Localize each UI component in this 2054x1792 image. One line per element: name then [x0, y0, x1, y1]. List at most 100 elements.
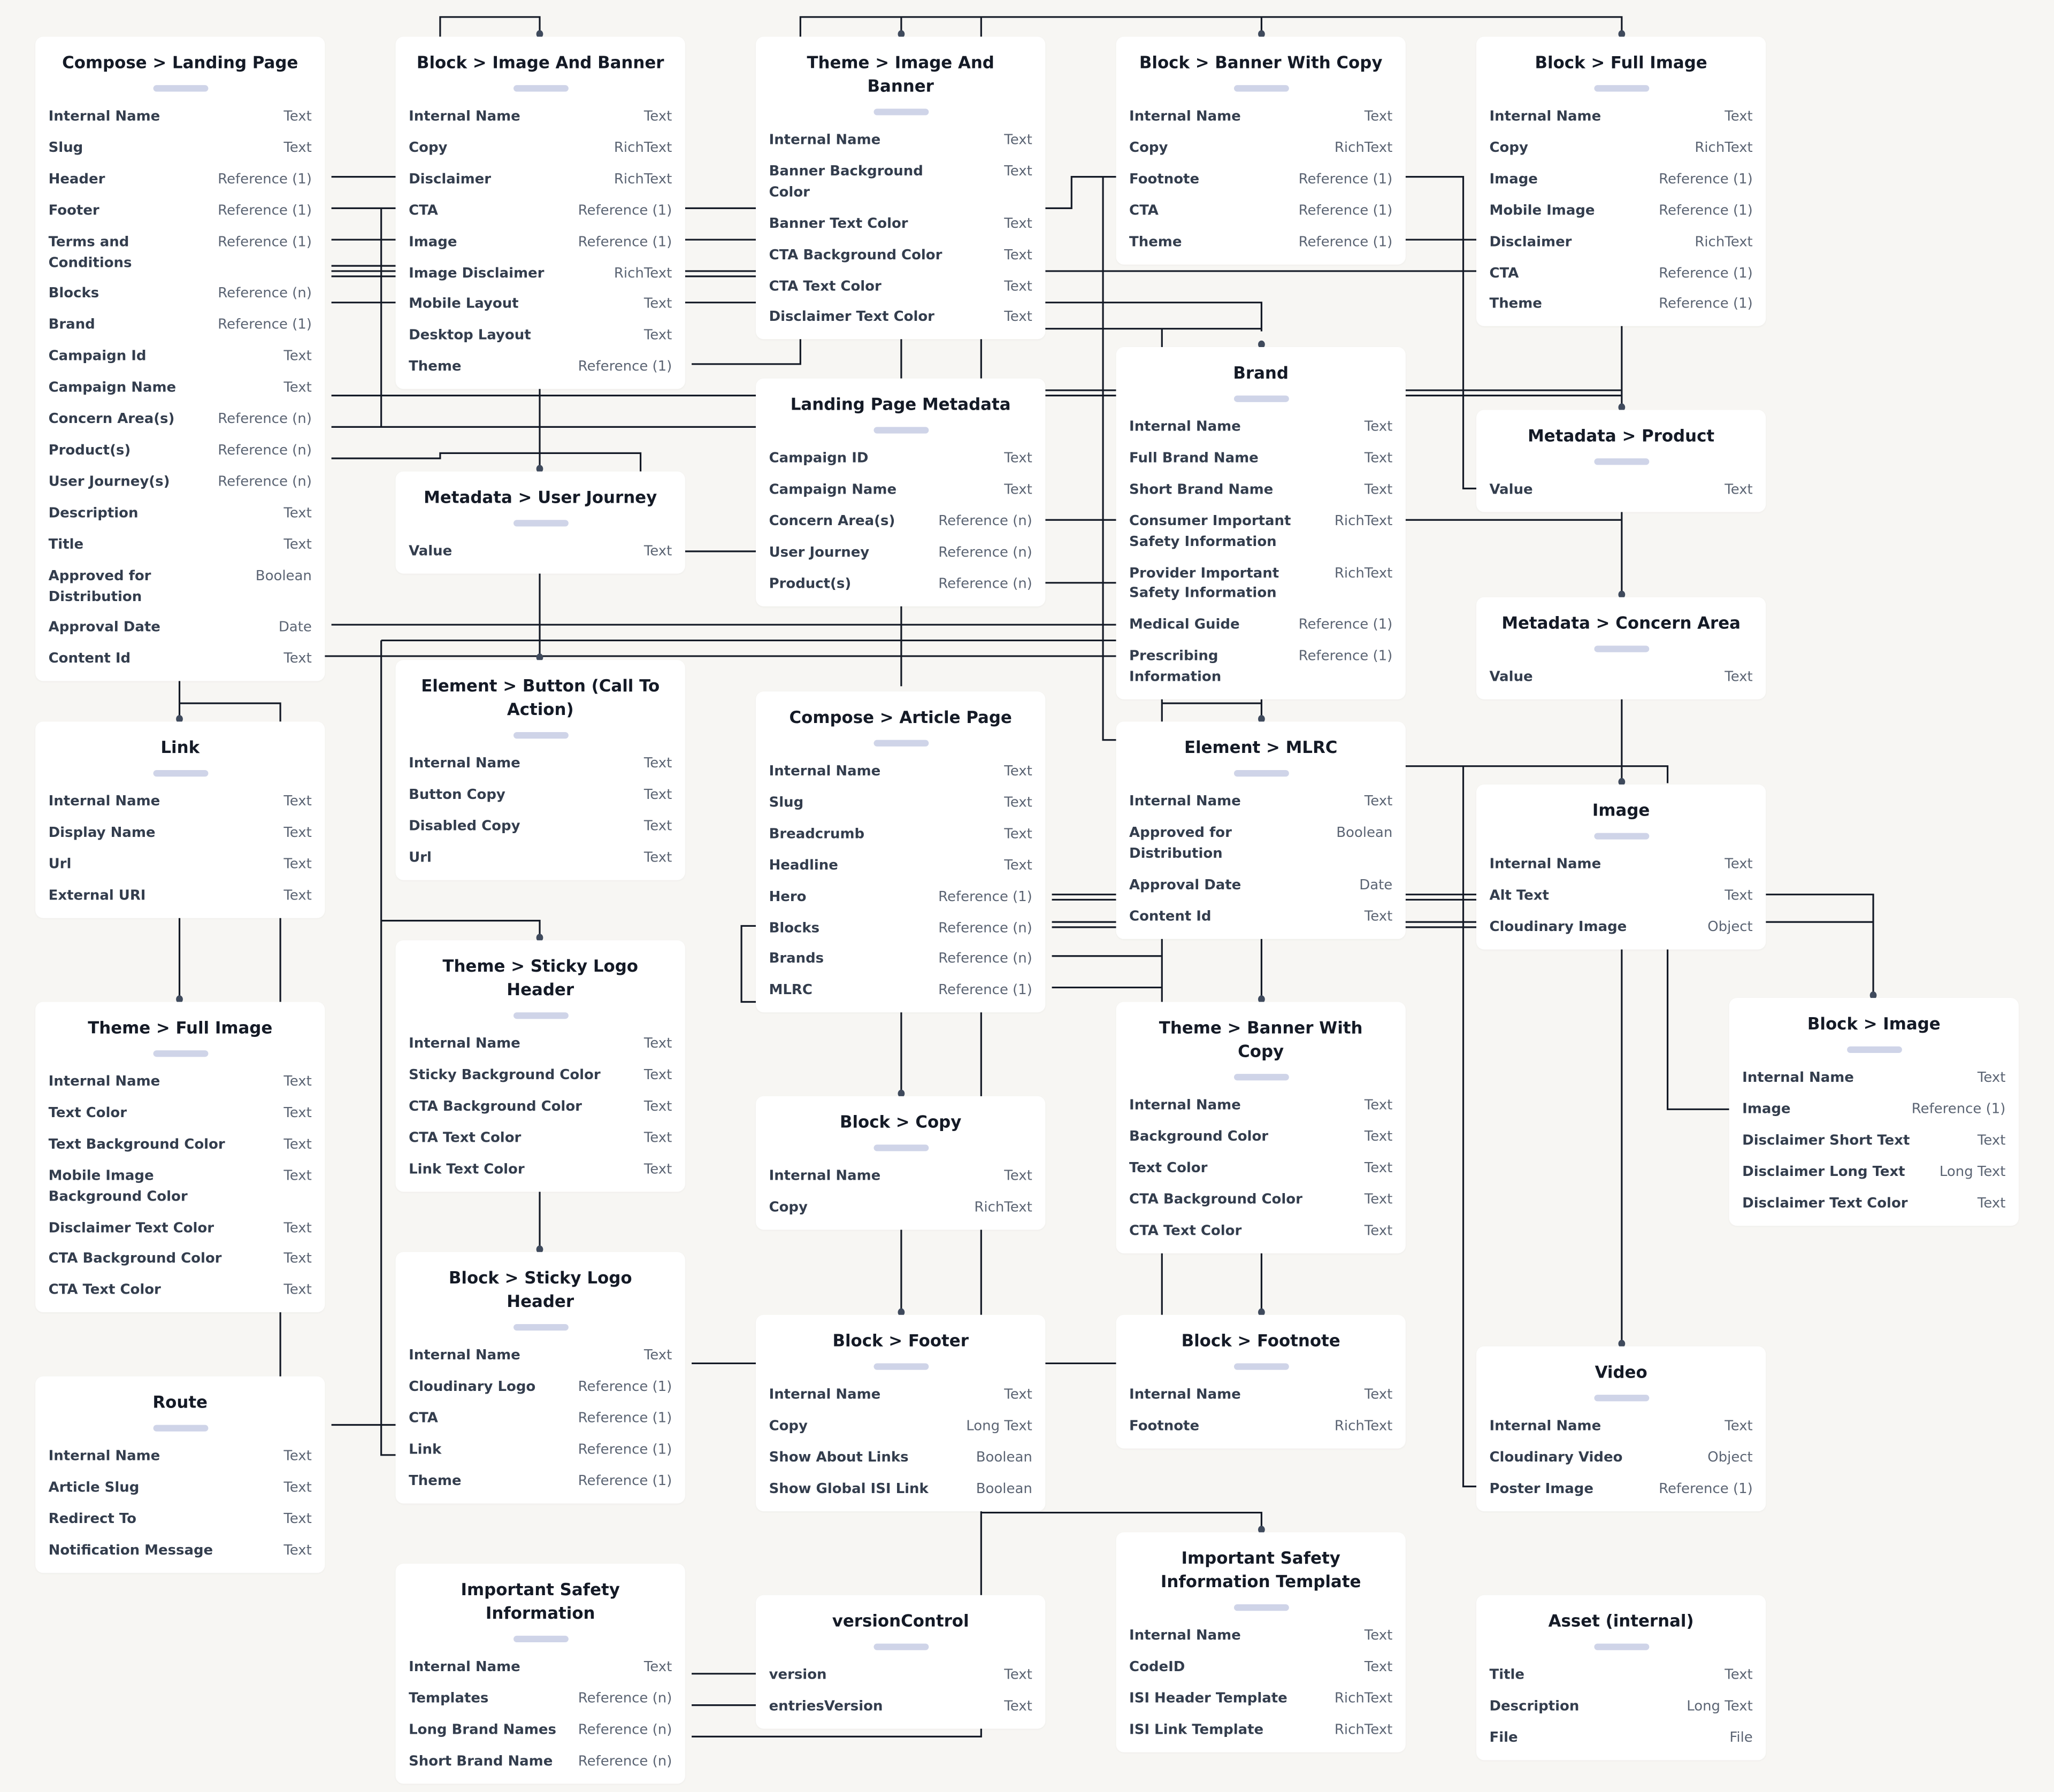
field-row[interactable]: Cloudinary Logo Reference (1) — [409, 1372, 672, 1404]
entity-card-version-control[interactable]: versionControl version Text entriesVersion T… — [756, 1595, 1046, 1729]
field-row[interactable]: Internal Name Text — [1129, 1380, 1392, 1412]
entity-card-isi-template[interactable]: Important Safety Information Template Int… — [1116, 1532, 1406, 1752]
entity-card-block-full-image[interactable]: Block > Full Image Internal Name Text Copy R… — [1476, 36, 1766, 327]
field-row[interactable]: Internal Name Text — [49, 102, 312, 134]
field-row[interactable]: CTA Reference (1) — [1490, 259, 1753, 290]
entity-card-video[interactable]: Video Internal Name Text Cloudinary Video Ob… — [1476, 1346, 1766, 1511]
field-row[interactable]: Footer Reference (1) — [49, 196, 312, 228]
field-row[interactable]: Internal Name Text — [1129, 787, 1392, 819]
field-row[interactable]: Mobile Layout Text — [409, 290, 672, 321]
field-row[interactable]: Internal Name Text — [769, 126, 1032, 157]
field-row[interactable]: External URI Text — [49, 881, 312, 912]
drag-handle[interactable] — [873, 109, 929, 116]
field-row[interactable]: CTA Text Color Text — [1129, 1216, 1392, 1248]
field-row[interactable]: CTA Background Color Text — [769, 241, 1032, 272]
field-row[interactable]: Notification Message Text — [49, 1536, 312, 1567]
field-row[interactable]: Title Text — [1490, 1660, 1753, 1692]
drag-handle[interactable] — [1233, 770, 1289, 777]
drag-handle[interactable] — [1593, 645, 1649, 652]
entity-card-block-image[interactable]: Block > Image Internal Name Text Image Refer… — [1729, 998, 2019, 1226]
entity-card-block-footer[interactable]: Block > Footer Internal Name Text Copy Long … — [756, 1314, 1046, 1511]
field-row[interactable]: Internal Name Text — [409, 1029, 672, 1061]
field-row[interactable]: Medical Guide Reference (1) — [1129, 611, 1392, 642]
drag-handle[interactable] — [152, 85, 208, 92]
field-row[interactable]: Desktop Layout Text — [409, 321, 672, 353]
field-row[interactable]: Campaign Name Text — [769, 475, 1032, 507]
field-row[interactable]: version Text — [769, 1660, 1032, 1692]
field-row[interactable]: Image Reference (1) — [409, 227, 672, 259]
field-row[interactable]: Banner Background Color Text — [769, 157, 1032, 210]
field-row[interactable]: Poster Image Reference (1) — [1490, 1474, 1753, 1506]
drag-handle[interactable] — [1846, 1046, 1902, 1053]
field-row[interactable]: Link Text Color Text — [409, 1155, 672, 1186]
entity-card-block-footnote[interactable]: Block > Footnote Internal Name Text Footnot… — [1116, 1314, 1406, 1449]
field-row[interactable]: CTA Reference (1) — [409, 1404, 672, 1435]
field-row[interactable]: Slug Text — [49, 134, 312, 165]
field-row[interactable]: Internal Name Text — [49, 1442, 312, 1473]
field-row[interactable]: MLRC Reference (1) — [769, 976, 1032, 1007]
drag-handle[interactable] — [1233, 1604, 1289, 1611]
field-row[interactable]: Content Id Text — [1129, 902, 1392, 933]
field-row[interactable]: Internal Name Text — [1129, 102, 1392, 134]
drag-handle[interactable] — [873, 1363, 929, 1370]
field-row[interactable]: Button Copy Text — [409, 780, 672, 812]
entity-card-metadata-product[interactable]: Metadata > Product Value Text — [1476, 410, 1766, 512]
field-row[interactable]: Show Global ISI Link Boolean — [769, 1474, 1032, 1506]
field-row[interactable]: Background Color Text — [1129, 1122, 1392, 1154]
field-row[interactable]: Value Text — [1490, 475, 1753, 507]
field-row[interactable]: Content Id Text — [49, 645, 312, 676]
field-row[interactable]: Theme Reference (1) — [409, 1466, 672, 1498]
entity-card-block-sticky-logo-header[interactable]: Block > Sticky Logo Header Internal Name T… — [395, 1252, 685, 1503]
field-row[interactable]: Product(s) Reference (n) — [49, 436, 312, 467]
entity-card-landing-page-metadata[interactable]: Landing Page Metadata Campaign ID Text Camp… — [756, 378, 1046, 606]
field-row[interactable]: Short Brand Name Reference (n) — [409, 1747, 672, 1778]
field-row[interactable]: Disabled Copy Text — [409, 812, 672, 843]
field-row[interactable]: Show About Links Boolean — [769, 1443, 1032, 1474]
field-row[interactable]: Description Long Text — [1490, 1692, 1753, 1724]
field-row[interactable]: Internal Name Text — [49, 1067, 312, 1099]
field-row[interactable]: Internal Name Text — [769, 757, 1032, 789]
field-row[interactable]: File File — [1490, 1723, 1753, 1755]
drag-handle[interactable] — [512, 1635, 568, 1643]
field-row[interactable]: Article Slug Text — [49, 1473, 312, 1505]
field-row[interactable]: Concern Area(s) Reference (n) — [49, 405, 312, 436]
field-row[interactable]: Internal Name Text — [769, 1162, 1032, 1193]
field-row[interactable]: Approval Date Date — [49, 613, 312, 645]
entity-card-block-copy[interactable]: Block > Copy Internal Name Text Copy RichTex… — [756, 1096, 1046, 1230]
drag-handle[interactable] — [512, 732, 568, 739]
field-row[interactable]: Terms and Conditions Reference (1) — [49, 227, 312, 280]
field-row[interactable]: Copy RichText — [409, 134, 672, 165]
field-row[interactable]: Text Background Color Text — [49, 1130, 312, 1162]
field-row[interactable]: Internal Name Text — [409, 749, 672, 781]
field-row[interactable]: Internal Name Text — [49, 787, 312, 819]
drag-handle[interactable] — [512, 85, 568, 92]
drag-handle[interactable] — [1593, 1643, 1649, 1650]
drag-handle[interactable] — [1233, 395, 1289, 402]
drag-handle[interactable] — [512, 1324, 568, 1331]
field-row[interactable]: CTA Background Color Text — [409, 1092, 672, 1124]
field-row[interactable]: Internal Name Text — [1490, 102, 1753, 134]
entity-card-theme-image-and-banner[interactable]: Theme > Image And Banner Internal Name Tex… — [756, 36, 1046, 340]
entity-card-block-banner-with-copy[interactable]: Block > Banner With Copy Internal Name Tex… — [1116, 36, 1406, 264]
drag-handle[interactable] — [152, 1425, 208, 1432]
diagram-canvas[interactable]: Compose > Landing Page Internal Name Text S… — [0, 0, 2054, 1791]
field-row[interactable]: CTA Text Color Text — [409, 1124, 672, 1155]
field-row[interactable]: Product(s) Reference (n) — [769, 569, 1032, 601]
field-row[interactable]: Copy Long Text — [769, 1412, 1032, 1443]
entity-card-theme-full-image[interactable]: Theme > Full Image Internal Name Text Text … — [35, 1002, 325, 1313]
field-row[interactable]: Internal Name Text — [1490, 850, 1753, 881]
field-row[interactable]: Brand Reference (1) — [49, 311, 312, 342]
field-row[interactable]: Copy RichText — [769, 1193, 1032, 1225]
field-row[interactable]: Blocks Reference (n) — [769, 913, 1032, 945]
field-row[interactable]: Description Text — [49, 499, 312, 530]
field-row[interactable]: Title Text — [49, 530, 312, 562]
drag-handle[interactable] — [873, 1643, 929, 1650]
field-row[interactable]: Disclaimer Text Color Text — [1742, 1189, 2005, 1220]
field-row[interactable]: Brands Reference (n) — [769, 945, 1032, 976]
field-row[interactable]: entriesVersion Text — [769, 1692, 1032, 1724]
field-row[interactable]: Banner Text Color Text — [769, 209, 1032, 241]
entity-card-isi[interactable]: Important Safety Information Internal Nam… — [395, 1564, 685, 1783]
entity-card-route[interactable]: Route Internal Name Text Article Slug Text Re… — [35, 1376, 325, 1573]
field-row[interactable]: CTA Text Color Text — [769, 272, 1032, 303]
field-row[interactable]: Alt Text Text — [1490, 881, 1753, 913]
